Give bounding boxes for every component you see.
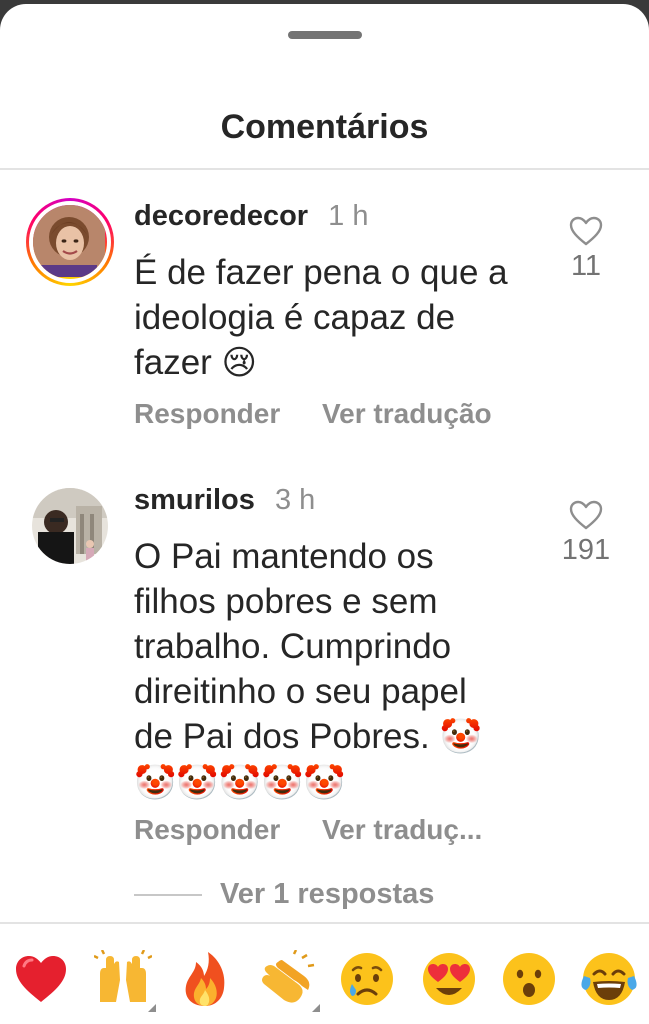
red-heart-icon[interactable] bbox=[12, 950, 70, 1008]
drag-handle[interactable] bbox=[288, 31, 362, 39]
avatar-photo-icon bbox=[32, 488, 108, 564]
translate-button[interactable]: Ver tradução bbox=[322, 398, 492, 429]
like-count: 191 bbox=[561, 534, 611, 566]
view-replies-button[interactable]: Ver 1 respostas bbox=[134, 878, 434, 911]
avatar-story-ring[interactable] bbox=[26, 198, 114, 286]
reply-button[interactable]: Responder bbox=[134, 398, 280, 429]
comment-text-body: O Pai mantendo os filhos pobres e sem tr… bbox=[134, 537, 467, 756]
comment-text-body: É de fazer pena o que a ideologia é capa… bbox=[134, 253, 508, 382]
avatar bbox=[29, 201, 111, 283]
comment-username[interactable]: decoredecor bbox=[134, 200, 308, 232]
clapping-hands-icon[interactable] bbox=[258, 949, 320, 1012]
comment-text: O Pai mantendo os filhos pobres e sem tr… bbox=[134, 534, 514, 806]
quick-reactions-bar bbox=[0, 922, 649, 1024]
heart-outline-icon bbox=[569, 216, 603, 246]
surprised-face-icon[interactable] bbox=[500, 950, 558, 1008]
sheet-title: Comentários bbox=[220, 108, 429, 146]
comment-time: 3 h bbox=[274, 484, 316, 516]
comment-username[interactable]: smurilos bbox=[134, 484, 255, 516]
heart-outline-icon bbox=[569, 500, 603, 530]
reply-button[interactable]: Responder bbox=[134, 814, 280, 845]
tears-of-joy-face-icon[interactable] bbox=[580, 950, 638, 1008]
comments-sheet: Comentários decoredecor 1 h É de fazer p… bbox=[0, 4, 649, 1024]
comment-time: 1 h bbox=[328, 200, 369, 232]
raising-hands-icon[interactable] bbox=[93, 949, 156, 1012]
heart-eyes-face-icon[interactable] bbox=[420, 950, 478, 1008]
crying-face-icon[interactable] bbox=[338, 950, 396, 1008]
skin-tone-indicator bbox=[312, 1004, 320, 1012]
like-button[interactable]: 191 bbox=[550, 500, 622, 567]
crying-face-icon: 😢 bbox=[221, 343, 257, 383]
comment-text: É de fazer pena o que a ideologia é capa… bbox=[134, 250, 514, 386]
avatar-photo-icon bbox=[33, 205, 105, 279]
view-replies-label: Ver 1 respostas bbox=[220, 878, 435, 910]
like-button[interactable]: 11 bbox=[556, 216, 616, 283]
fire-icon[interactable] bbox=[176, 950, 234, 1008]
avatar[interactable] bbox=[32, 488, 108, 564]
skin-tone-indicator bbox=[148, 1004, 156, 1012]
replies-divider-line bbox=[134, 894, 202, 897]
translate-button[interactable]: Ver traduç... bbox=[322, 814, 482, 845]
header-divider bbox=[0, 168, 649, 170]
like-count: 11 bbox=[570, 250, 602, 282]
